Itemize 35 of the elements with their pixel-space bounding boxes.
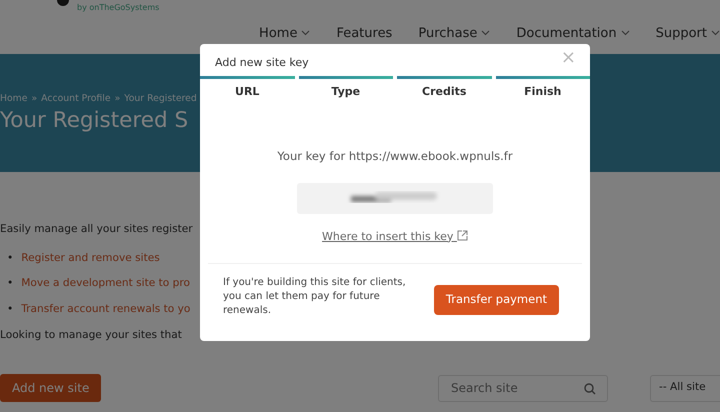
add-site-button[interactable]: Add new site: [0, 374, 102, 402]
feature-link[interactable]: Transfer account renewals to yo: [21, 296, 190, 322]
bullet: •: [7, 276, 14, 292]
nav-link[interactable]: Documentation: [516, 24, 630, 44]
bullet: •: [7, 250, 14, 266]
wizard-step: Credits: [397, 76, 492, 100]
breadcrumb-link[interactable]: Home: [0, 92, 28, 106]
note-text: Looking to manage your sites that: [0, 328, 182, 344]
breadcrumb-separator: »: [31, 92, 38, 106]
modal-title: Add new site key: [215, 55, 309, 71]
bullet: •: [7, 302, 14, 317]
wizard-step: URL: [200, 76, 294, 100]
nav-link[interactable]: Home: [259, 24, 310, 44]
wizard-step: Finish: [496, 76, 590, 100]
site-url-link[interactable]: https://www.ebook.wpnuls.fr: [348, 148, 513, 162]
transfer-payment-button[interactable]: Transfer payment: [434, 285, 559, 314]
intro-text: Easily manage all your sites register: [0, 222, 193, 237]
nav-link[interactable]: Purchase: [418, 24, 490, 44]
nav-link[interactable]: Support: [656, 24, 720, 44]
breadcrumb-link[interactable]: Account Profile: [41, 92, 111, 106]
feature-link[interactable]: Move a development site to pro: [21, 271, 190, 297]
help-link[interactable]: Where to insert this key: [322, 230, 454, 243]
external-link-icon: [456, 230, 468, 241]
filter-select[interactable]: -- All site: [650, 374, 720, 402]
footer-text: If you're building this site for clients, you can let them pay for future renewals.: [223, 276, 407, 318]
wizard-step: Type: [298, 76, 393, 100]
search-icon[interactable]: [584, 382, 596, 395]
key-label: Your key for: [277, 148, 346, 162]
feature-link[interactable]: Register and remove sites: [21, 246, 160, 272]
nav-link[interactable]: Features: [336, 24, 392, 44]
search-field[interactable]: Search site: [438, 374, 608, 402]
breadcrumb-separator: »: [114, 92, 120, 106]
byline: by onTheGoSystems: [77, 2, 160, 14]
page-title: Your Registered S: [0, 108, 190, 134]
breadcrumb-link[interactable]: Your Registered: [124, 92, 197, 106]
